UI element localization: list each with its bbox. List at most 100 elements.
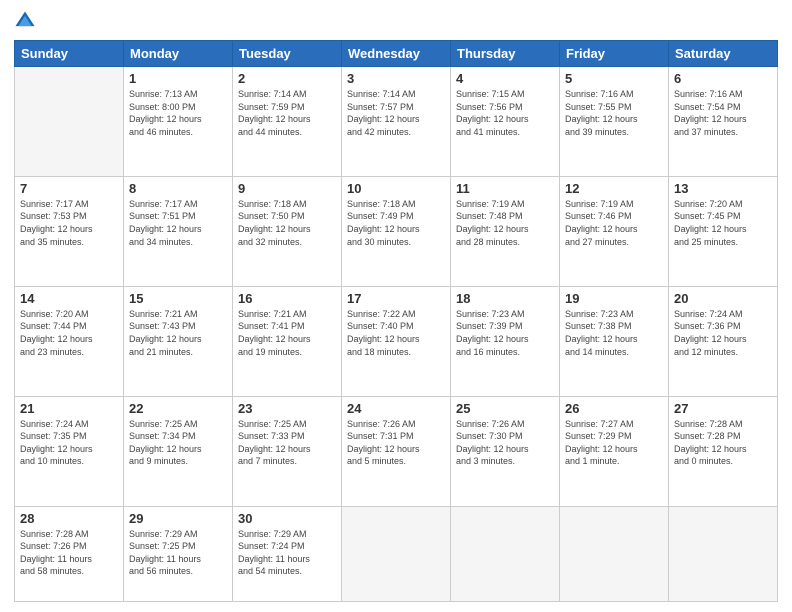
day-info: Sunrise: 7:29 AM Sunset: 7:24 PM Dayligh… bbox=[238, 528, 336, 578]
calendar-cell-4-5 bbox=[560, 506, 669, 601]
calendar-cell-2-1: 15Sunrise: 7:21 AM Sunset: 7:43 PM Dayli… bbox=[124, 286, 233, 396]
calendar-cell-3-4: 25 Sunrise: 7:26 AM Sunset: 7:30 PM Dayli… bbox=[451, 396, 560, 506]
calendar-cell-4-4 bbox=[451, 506, 560, 601]
week-row-4: 28 Sunrise: 7:28 AM Sunset: 7:26 PM Dayli… bbox=[15, 506, 778, 601]
day-number: 24 bbox=[347, 401, 445, 416]
day-info: Sunrise: 7:17 AM Sunset: 7:51 PM Dayligh… bbox=[129, 198, 227, 248]
calendar-cell-3-0: 21Sunrise: 7:24 AM Sunset: 7:35 PM Dayli… bbox=[15, 396, 124, 506]
day-info: Sunrise: 7:24 AM Sunset: 7:36 PM Dayligh… bbox=[674, 308, 772, 358]
weekday-header-tuesday: Tuesday bbox=[233, 41, 342, 67]
calendar-cell-0-4: 4Sunrise: 7:15 AM Sunset: 7:56 PM Daylig… bbox=[451, 67, 560, 177]
calendar-cell-4-1: 29 Sunrise: 7:29 AM Sunset: 7:25 PM Dayli… bbox=[124, 506, 233, 601]
calendar-cell-0-1: 1 Sunrise: 7:13 AM Sunset: 8:00 PM Daylig… bbox=[124, 67, 233, 177]
day-number: 16 bbox=[238, 291, 336, 306]
calendar-cell-3-3: 24 Sunrise: 7:26 AM Sunset: 7:31 PM Dayli… bbox=[342, 396, 451, 506]
calendar-cell-0-3: 3 Sunrise: 7:14 AM Sunset: 7:57 PM Daylig… bbox=[342, 67, 451, 177]
day-number: 12 bbox=[565, 181, 663, 196]
day-info: Sunrise: 7:27 AM Sunset: 7:29 PM Dayligh… bbox=[565, 418, 663, 468]
calendar-cell-1-2: 9 Sunrise: 7:18 AM Sunset: 7:50 PM Daylig… bbox=[233, 176, 342, 286]
day-info: Sunrise: 7:23 AM Sunset: 7:38 PM Dayligh… bbox=[565, 308, 663, 358]
calendar-cell-0-2: 2 Sunrise: 7:14 AM Sunset: 7:59 PM Daylig… bbox=[233, 67, 342, 177]
weekday-header-monday: Monday bbox=[124, 41, 233, 67]
day-info: Sunrise: 7:21 AM Sunset: 7:41 PM Dayligh… bbox=[238, 308, 336, 358]
calendar-cell-2-6: 20 Sunrise: 7:24 AM Sunset: 7:36 PM Dayli… bbox=[669, 286, 778, 396]
day-info: Sunrise: 7:19 AM Sunset: 7:48 PM Dayligh… bbox=[456, 198, 554, 248]
week-row-2: 14 Sunrise: 7:20 AM Sunset: 7:44 PM Dayli… bbox=[15, 286, 778, 396]
day-number: 26 bbox=[565, 401, 663, 416]
day-number: 2 bbox=[238, 71, 336, 86]
week-row-0: 1 Sunrise: 7:13 AM Sunset: 8:00 PM Daylig… bbox=[15, 67, 778, 177]
calendar-cell-1-3: 10Sunrise: 7:18 AM Sunset: 7:49 PM Dayli… bbox=[342, 176, 451, 286]
day-number: 4 bbox=[456, 71, 554, 86]
day-info: Sunrise: 7:26 AM Sunset: 7:30 PM Dayligh… bbox=[456, 418, 554, 468]
day-info: Sunrise: 7:23 AM Sunset: 7:39 PM Dayligh… bbox=[456, 308, 554, 358]
weekday-header-saturday: Saturday bbox=[669, 41, 778, 67]
day-number: 14 bbox=[20, 291, 118, 306]
calendar-cell-2-2: 16 Sunrise: 7:21 AM Sunset: 7:41 PM Dayli… bbox=[233, 286, 342, 396]
day-number: 5 bbox=[565, 71, 663, 86]
calendar-cell-4-2: 30 Sunrise: 7:29 AM Sunset: 7:24 PM Dayli… bbox=[233, 506, 342, 601]
day-number: 9 bbox=[238, 181, 336, 196]
day-info: Sunrise: 7:18 AM Sunset: 7:50 PM Dayligh… bbox=[238, 198, 336, 248]
calendar-cell-1-6: 13 Sunrise: 7:20 AM Sunset: 7:45 PM Dayli… bbox=[669, 176, 778, 286]
day-number: 25 bbox=[456, 401, 554, 416]
logo bbox=[14, 10, 40, 32]
calendar-cell-2-4: 18 Sunrise: 7:23 AM Sunset: 7:39 PM Dayli… bbox=[451, 286, 560, 396]
calendar-cell-2-0: 14 Sunrise: 7:20 AM Sunset: 7:44 PM Dayli… bbox=[15, 286, 124, 396]
weekday-header-wednesday: Wednesday bbox=[342, 41, 451, 67]
calendar-cell-0-0 bbox=[15, 67, 124, 177]
calendar-cell-1-1: 8 Sunrise: 7:17 AM Sunset: 7:51 PM Daylig… bbox=[124, 176, 233, 286]
week-row-3: 21Sunrise: 7:24 AM Sunset: 7:35 PM Dayli… bbox=[15, 396, 778, 506]
weekday-header-row: SundayMondayTuesdayWednesdayThursdayFrid… bbox=[15, 41, 778, 67]
day-info: Sunrise: 7:25 AM Sunset: 7:34 PM Dayligh… bbox=[129, 418, 227, 468]
day-info: Sunrise: 7:13 AM Sunset: 8:00 PM Dayligh… bbox=[129, 88, 227, 138]
day-info: Sunrise: 7:14 AM Sunset: 7:57 PM Dayligh… bbox=[347, 88, 445, 138]
day-info: Sunrise: 7:16 AM Sunset: 7:54 PM Dayligh… bbox=[674, 88, 772, 138]
day-number: 13 bbox=[674, 181, 772, 196]
day-number: 18 bbox=[456, 291, 554, 306]
weekday-header-thursday: Thursday bbox=[451, 41, 560, 67]
day-number: 21 bbox=[20, 401, 118, 416]
calendar-cell-0-6: 6Sunrise: 7:16 AM Sunset: 7:54 PM Daylig… bbox=[669, 67, 778, 177]
week-row-1: 7 Sunrise: 7:17 AM Sunset: 7:53 PM Daylig… bbox=[15, 176, 778, 286]
logo-icon bbox=[14, 10, 36, 32]
calendar-cell-2-3: 17Sunrise: 7:22 AM Sunset: 7:40 PM Dayli… bbox=[342, 286, 451, 396]
weekday-header-sunday: Sunday bbox=[15, 41, 124, 67]
calendar-cell-3-1: 22 Sunrise: 7:25 AM Sunset: 7:34 PM Dayli… bbox=[124, 396, 233, 506]
day-info: Sunrise: 7:22 AM Sunset: 7:40 PM Dayligh… bbox=[347, 308, 445, 358]
day-info: Sunrise: 7:19 AM Sunset: 7:46 PM Dayligh… bbox=[565, 198, 663, 248]
day-number: 19 bbox=[565, 291, 663, 306]
day-number: 29 bbox=[129, 511, 227, 526]
day-info: Sunrise: 7:20 AM Sunset: 7:45 PM Dayligh… bbox=[674, 198, 772, 248]
header bbox=[14, 10, 778, 32]
day-info: Sunrise: 7:16 AM Sunset: 7:55 PM Dayligh… bbox=[565, 88, 663, 138]
day-info: Sunrise: 7:29 AM Sunset: 7:25 PM Dayligh… bbox=[129, 528, 227, 578]
day-info: Sunrise: 7:28 AM Sunset: 7:26 PM Dayligh… bbox=[20, 528, 118, 578]
calendar-cell-3-5: 26 Sunrise: 7:27 AM Sunset: 7:29 PM Dayli… bbox=[560, 396, 669, 506]
day-info: Sunrise: 7:20 AM Sunset: 7:44 PM Dayligh… bbox=[20, 308, 118, 358]
day-number: 28 bbox=[20, 511, 118, 526]
day-number: 7 bbox=[20, 181, 118, 196]
weekday-header-friday: Friday bbox=[560, 41, 669, 67]
day-number: 1 bbox=[129, 71, 227, 86]
day-number: 30 bbox=[238, 511, 336, 526]
calendar-cell-3-2: 23Sunrise: 7:25 AM Sunset: 7:33 PM Dayli… bbox=[233, 396, 342, 506]
day-number: 23 bbox=[238, 401, 336, 416]
day-number: 22 bbox=[129, 401, 227, 416]
day-info: Sunrise: 7:17 AM Sunset: 7:53 PM Dayligh… bbox=[20, 198, 118, 248]
day-number: 8 bbox=[129, 181, 227, 196]
day-number: 11 bbox=[456, 181, 554, 196]
day-number: 3 bbox=[347, 71, 445, 86]
calendar-cell-0-5: 5 Sunrise: 7:16 AM Sunset: 7:55 PM Daylig… bbox=[560, 67, 669, 177]
day-info: Sunrise: 7:14 AM Sunset: 7:59 PM Dayligh… bbox=[238, 88, 336, 138]
day-number: 20 bbox=[674, 291, 772, 306]
day-info: Sunrise: 7:28 AM Sunset: 7:28 PM Dayligh… bbox=[674, 418, 772, 468]
day-number: 10 bbox=[347, 181, 445, 196]
day-info: Sunrise: 7:21 AM Sunset: 7:43 PM Dayligh… bbox=[129, 308, 227, 358]
calendar-cell-1-0: 7 Sunrise: 7:17 AM Sunset: 7:53 PM Daylig… bbox=[15, 176, 124, 286]
calendar-cell-2-5: 19 Sunrise: 7:23 AM Sunset: 7:38 PM Dayli… bbox=[560, 286, 669, 396]
calendar-cell-4-0: 28 Sunrise: 7:28 AM Sunset: 7:26 PM Dayli… bbox=[15, 506, 124, 601]
day-info: Sunrise: 7:26 AM Sunset: 7:31 PM Dayligh… bbox=[347, 418, 445, 468]
calendar-table: SundayMondayTuesdayWednesdayThursdayFrid… bbox=[14, 40, 778, 602]
calendar-cell-4-6 bbox=[669, 506, 778, 601]
